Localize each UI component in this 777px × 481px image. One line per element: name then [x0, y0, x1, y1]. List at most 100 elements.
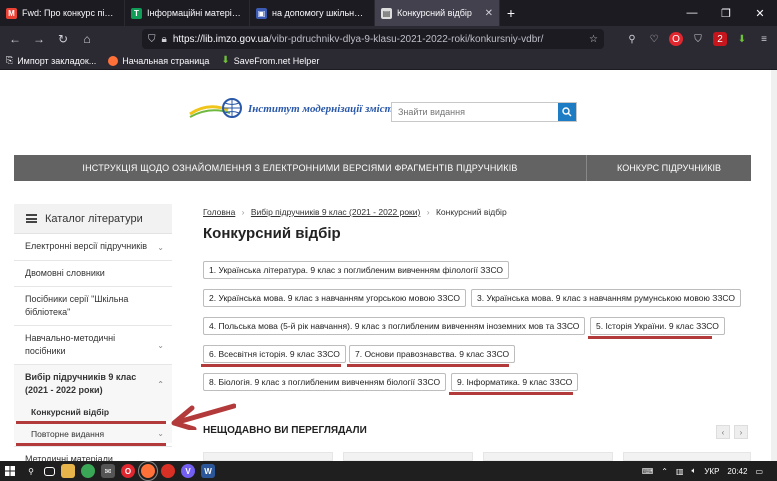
bookmarks-bar: ⎘ Импорт закладок... Начальная страница …: [0, 52, 777, 70]
chevron-up-icon[interactable]: ⌃: [661, 467, 668, 476]
opera-icon[interactable]: O: [669, 32, 683, 46]
back-icon[interactable]: ←: [6, 30, 24, 48]
bookmark-savefrom[interactable]: ⬇ SaveFrom.net Helper: [221, 55, 319, 66]
sidebar-item-methodical-manuals[interactable]: Навчально-методичні посібники ⌄: [14, 326, 172, 365]
web-page: Інститут модернізації змісту освіти ІНСТ…: [0, 70, 777, 461]
clock[interactable]: 20:42: [727, 467, 747, 476]
subject-chip-history-ukraine[interactable]: 5. Історія України. 9 клас ЗЗСО: [590, 317, 725, 335]
sidebar-item-school-library[interactable]: Посібники серії "Шкільна бібліотека": [14, 287, 172, 326]
subject-chip-biology[interactable]: 8. Біологія. 9 клас з поглибленим вивчен…: [203, 373, 447, 391]
sidebar-item-label: Вибір підручників 9 клас (2021 - 2022 ро…: [25, 372, 137, 395]
recent-item[interactable]: [203, 452, 333, 461]
explorer-icon[interactable]: [61, 464, 75, 478]
shield-ext-icon[interactable]: ⛉: [691, 32, 705, 46]
pocket-icon[interactable]: ♡: [647, 32, 661, 46]
lock-icon[interactable]: 🔒︎: [162, 34, 167, 45]
sidebar-item-electronic-versions[interactable]: Електронні версії підручників ⌄: [14, 234, 172, 261]
viber-icon[interactable]: V: [181, 464, 195, 478]
forward-icon[interactable]: →: [30, 30, 48, 48]
subject-chip-informatics[interactable]: 9. Інформатика. 9 клас ЗЗСО: [451, 373, 579, 391]
breadcrumb-separator: ›: [426, 207, 430, 217]
browser-navbar: ← → ↻ ⌂ ⛉ 🔒︎ https://lib.imzo.gov.ua/vib…: [0, 26, 777, 52]
tab-label: Інформаційні матеріали та ма: [147, 8, 243, 18]
restore-icon[interactable]: ❐: [709, 0, 743, 26]
chrome-icon[interactable]: [161, 464, 175, 478]
carousel-prev-button[interactable]: ‹: [716, 425, 730, 439]
subject-chip-ukr-romanian[interactable]: 3. Українська мова. 9 клас з навчанням р…: [471, 289, 741, 307]
chevron-up-icon[interactable]: ⌃: [157, 378, 164, 391]
ublock-icon[interactable]: 2: [713, 32, 727, 46]
bookmark-import[interactable]: ⎘ Импорт закладок...: [6, 55, 96, 66]
home-icon[interactable]: ⌂: [78, 30, 96, 48]
star-icon[interactable]: ☆: [589, 34, 598, 45]
windows-start-icon[interactable]: [0, 461, 20, 481]
search-button[interactable]: [558, 103, 576, 121]
sidebar-subitem-contest-selection[interactable]: Конкурсний відбір: [14, 403, 172, 421]
recent-item[interactable]: [343, 452, 473, 461]
shield-icon[interactable]: ⛉: [148, 34, 156, 45]
opera-icon[interactable]: O: [121, 464, 135, 478]
network-icon[interactable]: ▥: [676, 467, 684, 476]
minimize-icon[interactable]: —: [675, 0, 709, 26]
download-ext-icon[interactable]: ⬇: [735, 32, 749, 46]
subject-chip-ukr-literature[interactable]: 1. Українська література. 9 клас з погли…: [203, 261, 510, 279]
browser-tab-active[interactable]: ▤ Конкурсний відбір ✕: [375, 0, 500, 26]
breadcrumb-separator: ›: [241, 207, 245, 217]
volume-icon[interactable]: 🔈︎: [692, 466, 697, 476]
breadcrumb: Головна › Вибір підручників 9 клас (2021…: [203, 207, 507, 217]
recent-item[interactable]: [483, 452, 613, 461]
url-bar[interactable]: ⛉ 🔒︎ https://lib.imzo.gov.ua/vibr-pdruch…: [142, 29, 604, 49]
sidebar-item-dictionaries[interactable]: Двомовні словники: [14, 261, 172, 287]
bookmark-label: Начальная страница: [122, 55, 210, 66]
chevron-down-icon[interactable]: ⌄: [157, 339, 164, 352]
browser-tab-library[interactable]: ▣ на допомогу шкільним бібліо: [250, 0, 375, 26]
browser-tab-sheets[interactable]: T Інформаційні матеріали та ма: [125, 0, 250, 26]
taskbar-apps: ⚲ ✉ O V W: [24, 461, 215, 481]
mail-icon[interactable]: ✉: [101, 464, 115, 478]
subject-chip-ukr-hungarian[interactable]: 2. Українська мова. 9 клас з навчанням у…: [203, 289, 466, 307]
carousel-next-button[interactable]: ›: [734, 425, 748, 439]
subject-chip-law[interactable]: 7. Основи правознавства. 9 клас ЗЗСО: [349, 345, 516, 363]
menu-item-instruction[interactable]: ІНСТРУКЦІЯ ЩОДО ОЗНАЙОМЛЕННЯ З ЕЛЕКТРОНН…: [14, 155, 587, 181]
annotation-underline: [347, 364, 509, 367]
close-icon[interactable]: ✕: [485, 8, 493, 19]
hamburger-icon: [26, 214, 37, 223]
chrome-icon[interactable]: [81, 464, 95, 478]
sidebar-subitem-reissue[interactable]: Повторне видання ⌄: [14, 424, 172, 443]
chevron-down-icon[interactable]: ⌄: [157, 428, 164, 440]
extensions-toolbar: ⚲ ♡ O ⛉ 2 ⬇ ≡: [625, 32, 771, 46]
breadcrumb-parent[interactable]: Вибір підручників 9 клас (2021 - 2022 ро…: [251, 207, 420, 217]
subject-chip-world-history[interactable]: 6. Всесвітня історія. 9 клас ЗЗСО: [203, 345, 346, 363]
new-tab-button[interactable]: +: [500, 0, 522, 26]
firefox-icon[interactable]: [138, 461, 158, 481]
close-window-icon[interactable]: ✕: [743, 0, 777, 26]
reload-icon[interactable]: ↻: [54, 30, 72, 48]
browser-tab-gmail[interactable]: M Fwd: Про конкурс підручників: [0, 0, 125, 26]
catalog-header[interactable]: Каталог літератури: [14, 204, 172, 234]
menu-item-contest[interactable]: КОНКУРС ПІДРУЧНИКІВ: [587, 155, 751, 181]
chevron-down-icon[interactable]: ⌄: [157, 241, 164, 254]
recently-viewed-title: НЕЩОДАВНО ВИ ПЕРЕГЛЯДАЛИ: [203, 425, 367, 436]
search-icon[interactable]: ⚲: [24, 464, 38, 478]
keyboard-icon[interactable]: ⌨: [642, 467, 654, 476]
tab-label: Fwd: Про конкурс підручників: [22, 8, 118, 18]
search-ext-icon[interactable]: ⚲: [625, 32, 639, 46]
bookmark-label: SaveFrom.net Helper: [233, 55, 320, 66]
breadcrumb-home[interactable]: Головна: [203, 207, 235, 217]
globe-logo-icon: [189, 98, 242, 118]
task-view-icon[interactable]: [44, 466, 55, 476]
language-indicator[interactable]: УКР: [704, 467, 719, 476]
search-input[interactable]: [392, 103, 558, 121]
browser-tabstrip: M Fwd: Про конкурс підручників T Інформа…: [0, 0, 777, 26]
os-taskbar: ⚲ ✉ O V W ⌨ ⌃ ▥ 🔈︎ УКР 20:42 ▭: [0, 461, 777, 481]
word-icon[interactable]: W: [201, 464, 215, 478]
subject-chip-polish[interactable]: 4. Польська мова (5-й рік навчання). 9 к…: [203, 317, 586, 335]
bookmark-start[interactable]: Начальная страница: [108, 55, 210, 66]
recent-item[interactable]: [623, 452, 751, 461]
sidebar-item-methodical-materials[interactable]: Методичні матеріали: [14, 446, 172, 461]
notifications-icon[interactable]: ▭: [755, 467, 763, 476]
sidebar-item-grade9-selection[interactable]: Вибір підручників 9 клас (2021 - 2022 ро…: [14, 365, 172, 403]
sidebar-item-label: Навчально-методичні посібники: [25, 333, 116, 356]
page-scrollbar[interactable]: [771, 70, 777, 461]
menu-icon[interactable]: ≡: [757, 32, 771, 46]
